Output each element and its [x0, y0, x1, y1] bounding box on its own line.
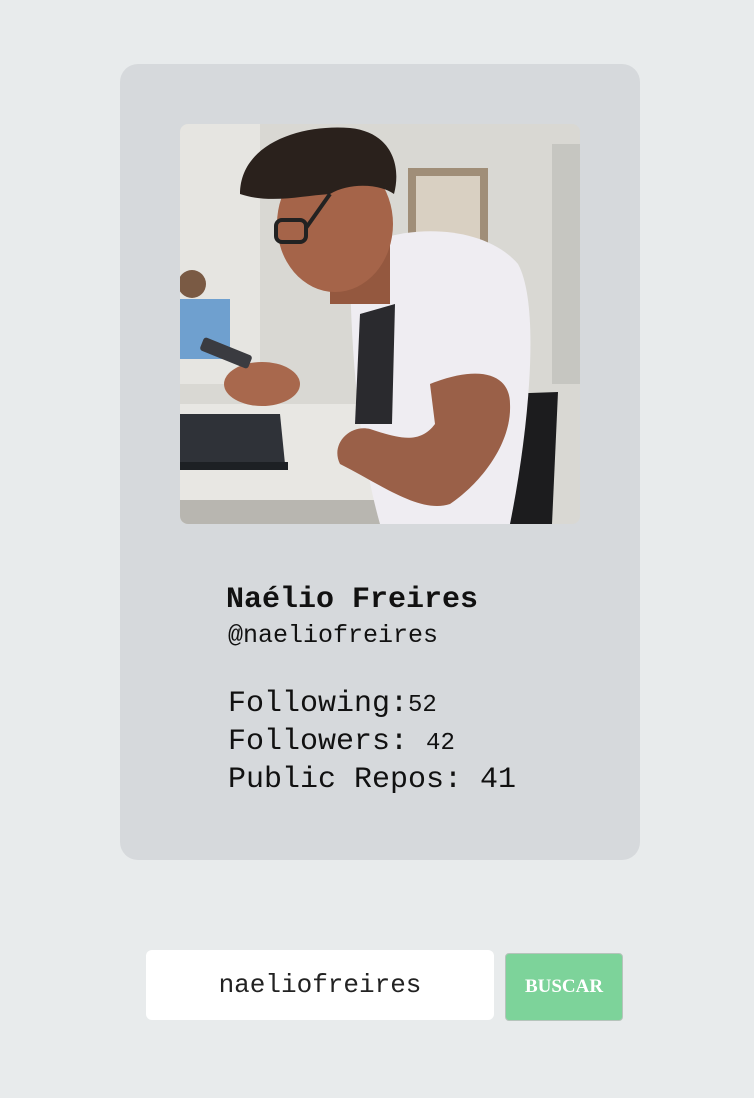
stat-repos-label: Public Repos:	[228, 763, 481, 797]
profile-card: Naélio Freires @naeliofreires Following:…	[120, 64, 640, 860]
stat-following-value: 52	[408, 692, 437, 719]
stat-followers-label: Followers:	[228, 725, 427, 759]
avatar-photo	[180, 124, 580, 524]
stat-following: Following:52	[228, 686, 516, 724]
stat-repos: Public Repos: 41	[228, 762, 516, 798]
profile-name: Naélio Freires	[226, 583, 479, 617]
stat-followers-value: 42	[426, 730, 455, 757]
profile-avatar	[180, 124, 580, 524]
profile-info: Naélio Freires @naeliofreires Following:…	[226, 580, 516, 798]
stat-repos-value: 41	[480, 763, 517, 797]
search-input[interactable]	[146, 950, 494, 1020]
stat-followers: Followers: 42	[228, 724, 516, 762]
profile-handle: @naeliofreires	[228, 621, 439, 650]
stat-following-label: Following:	[228, 687, 409, 721]
search-button[interactable]: BUSCAR	[505, 953, 623, 1021]
